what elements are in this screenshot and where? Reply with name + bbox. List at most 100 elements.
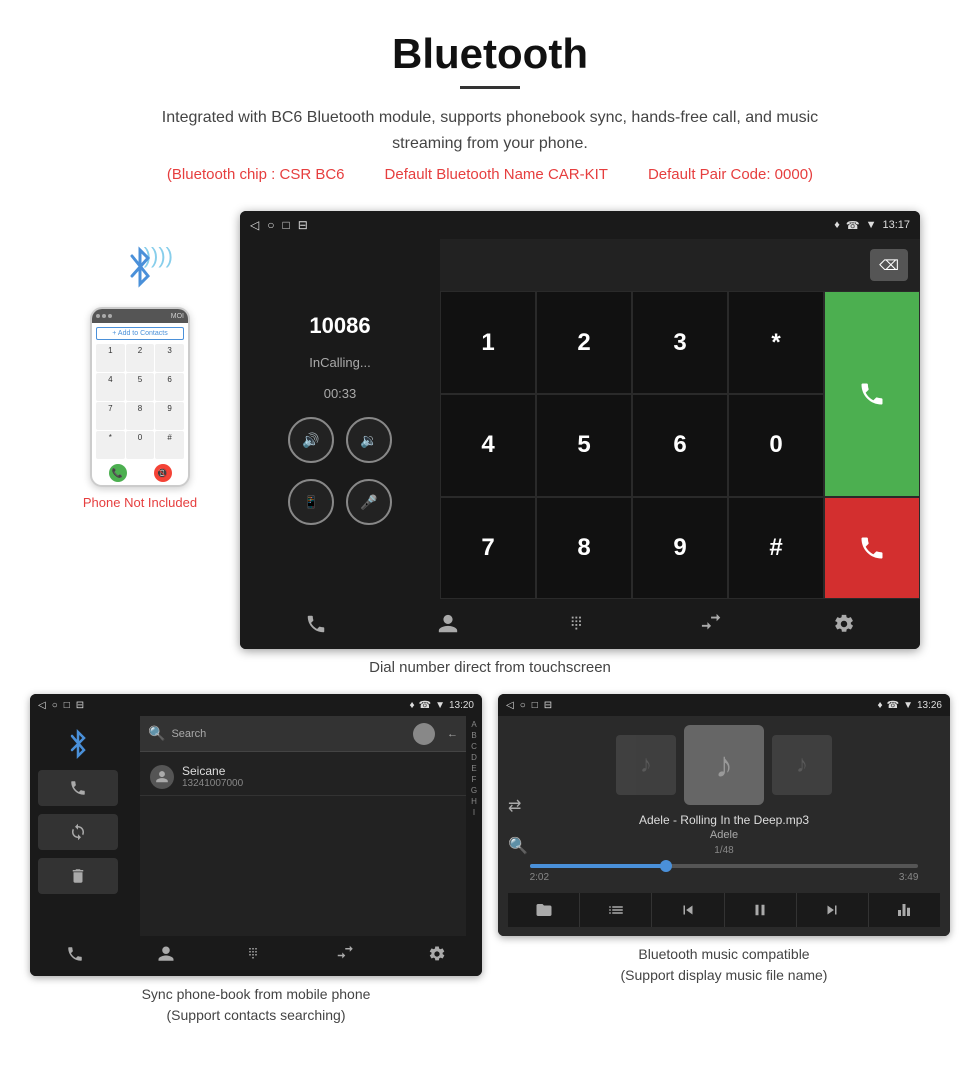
shuffle-icon[interactable]: ⇄ [508,796,528,816]
alpha-B: B [471,731,476,740]
pb-location-icon: ♦ [409,700,414,711]
alpha-F: F [472,775,477,784]
pb-nav-home: ○ [52,700,58,711]
dial-key-1[interactable]: 1 [440,291,536,394]
search-music-icon[interactable]: 🔍 [508,836,528,856]
phonebook-caption-line2: (Support contacts searching) [142,1005,371,1026]
dial-key-3[interactable]: 3 [632,291,728,394]
next-track-btn[interactable] [797,893,869,927]
music-nav-notif: ⊟ [544,700,552,711]
bottom-contacts-icon[interactable] [428,604,468,644]
phonebook-search-bar: 🔍 Search ← [140,716,466,752]
pb-bottom-contacts-icon[interactable] [157,945,175,968]
pb-bottom-call-icon[interactable] [66,945,84,968]
call-status: InCalling... [309,355,370,370]
phone-mock: MOI + Add to Contacts 1 2 3 4 5 6 7 8 9 … [90,307,190,487]
pb-nav-back: ◁ [38,700,46,711]
volume-down-button[interactable]: 🔉 [346,417,392,463]
phone-key-8: 8 [126,402,155,430]
bluetooth-sidebar-button[interactable] [38,726,118,762]
call-controls: 🔊 🔉 [288,417,392,463]
music-playback-bar [508,893,940,927]
alpha-C: C [471,742,477,751]
phone-key-hash: # [155,431,184,459]
equalizer-icon-btn[interactable] [869,893,940,927]
phone-key-5: 5 [126,373,155,401]
music-side-controls: ⇄ 🔍 [508,796,528,856]
phone-key-7: 7 [96,402,125,430]
call-number: 10086 [309,313,370,339]
bottom-transfer-icon[interactable] [692,604,732,644]
end-call-icon [858,534,886,562]
alpha-H: H [471,797,477,806]
bottom-screenshots: ◁ ○ □ ⊟ ♦ ☎ ▼ 13:20 [0,694,980,1026]
contact-avatar [150,765,174,789]
pb-bottom-transfer-icon[interactable] [337,945,355,968]
dial-key-9[interactable]: 9 [632,497,728,600]
music-location-icon: ♦ [877,700,882,711]
call-accept-button[interactable] [824,291,920,496]
phone-call-button[interactable]: 📞 [109,464,127,482]
dialpad-display: ⌫ [440,239,920,291]
status-bar-left: ◁ ○ □ ⊟ [250,218,308,232]
playlist-icon-btn[interactable] [580,893,652,927]
call-end-button[interactable] [824,497,920,600]
dial-key-8[interactable]: 8 [536,497,632,600]
dial-key-hash[interactable]: # [728,497,824,600]
phonebook-body: 🔍 Search ← Seicane 13241007000 [30,716,482,936]
phone-sidebar-button[interactable] [38,770,118,806]
bottom-dialpad-icon[interactable] [560,604,600,644]
pb-status-left: ◁ ○ □ ⊟ [38,700,84,711]
dial-key-5[interactable]: 5 [536,394,632,497]
spec2: Default Bluetooth Name CAR-KIT [385,166,608,183]
phone-end-button[interactable]: 📵 [154,464,172,482]
prev-track-btn[interactable] [652,893,724,927]
contact-item[interactable]: Seicane 13241007000 [140,758,466,796]
music-progress-fill [530,864,666,868]
music-screen-block: ◁ ○ □ ⊟ ♦ ☎ ▼ 13:26 ⇄ 🔍 [498,694,950,1026]
pb-bottom-settings-icon[interactable] [428,945,446,968]
alpha-A: A [471,720,476,729]
music-center: ♪ ♪ ♪ Adele - Rolling In the Deep.mp3 Ad… [508,725,940,927]
sync-sidebar-button[interactable] [38,814,118,850]
search-circle [413,723,435,745]
dial-key-star[interactable]: * [728,291,824,394]
dial-key-2[interactable]: 2 [536,291,632,394]
android-call-screen: ◁ ○ □ ⊟ ♦ ☎ ▼ 13:17 10086 InCalling... 0… [240,211,920,649]
dialpad-grid: 1 2 3 * 4 5 6 0 7 8 [440,291,920,599]
music-caption: Bluetooth music compatible (Support disp… [621,944,828,986]
folder-icon-btn[interactable] [508,893,580,927]
back-arrow-icon: ← [447,728,458,740]
backspace-button[interactable]: ⌫ [870,249,908,281]
alpha-D: D [471,753,477,762]
dial-key-4[interactable]: 4 [440,394,536,497]
pb-bottom-dialpad-icon[interactable] [247,945,265,968]
phonebook-sidebar [30,716,140,936]
music-time-total: 3:49 [899,872,918,883]
play-pause-btn[interactable] [725,893,797,927]
mute-button[interactable]: 🎤 [346,479,392,525]
delete-sidebar-button[interactable] [38,858,118,894]
page-title: Bluetooth [20,30,960,78]
volume-up-icon: 🔊 [302,432,319,449]
phone-key-2: 2 [126,344,155,372]
bottom-settings-icon[interactable] [824,604,864,644]
volume-up-button[interactable]: 🔊 [288,417,334,463]
music-nav-home: ○ [520,700,526,711]
transfer-button[interactable]: 📱 [288,479,334,525]
page-header: Bluetooth Integrated with BC6 Bluetooth … [0,0,980,211]
dial-key-6[interactable]: 6 [632,394,728,497]
clock: 13:17 [882,219,910,231]
phone-not-included-label: Phone Not Included [83,495,197,510]
title-underline [460,86,520,89]
main-screen-caption: Dial number direct from touchscreen [0,659,980,676]
music-nav-recent: □ [532,700,538,711]
music-artist: Adele [710,829,738,841]
bottom-call-icon[interactable] [296,604,336,644]
dial-key-0[interactable]: 0 [728,394,824,497]
dial-key-7[interactable]: 7 [440,497,536,600]
album-art-current: ♪ [684,725,764,805]
phonebook-caption-line1: Sync phone-book from mobile phone [142,984,371,1005]
phonebook-bottom-bar [30,936,482,976]
specs-row: (Bluetooth chip : CSR BC6 Default Blueto… [20,166,960,183]
